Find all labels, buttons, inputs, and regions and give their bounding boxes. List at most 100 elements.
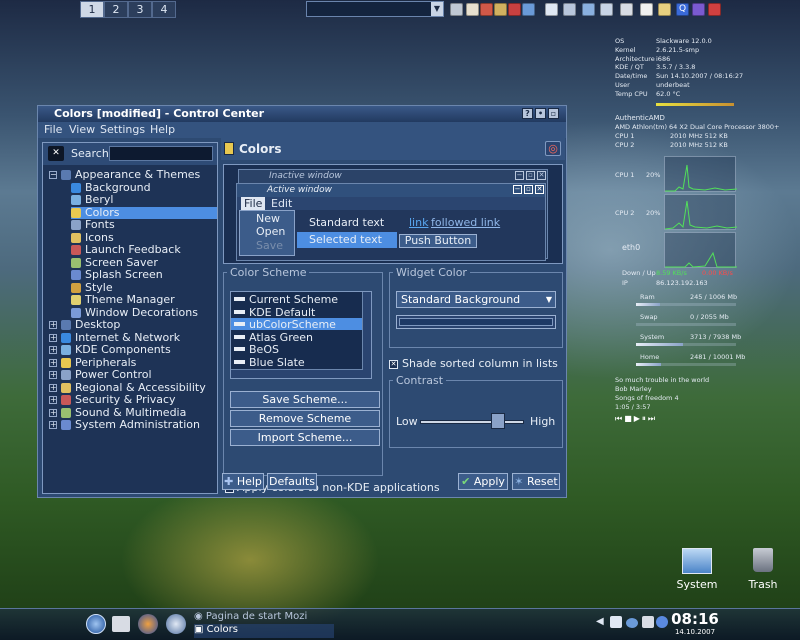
terminal-icon[interactable] (563, 3, 576, 16)
network-icon[interactable] (522, 3, 535, 16)
desktop-3-button[interactable]: 3 (128, 1, 152, 18)
expand-icon[interactable]: + (49, 321, 57, 329)
tree-item[interactable]: Beryl (71, 193, 217, 206)
tree-item[interactable]: Appearance & Themes (61, 168, 217, 181)
menu-view[interactable]: View (69, 123, 95, 136)
shade-sorted-checkbox[interactable]: ✕ (389, 360, 398, 369)
image-icon[interactable] (466, 3, 479, 16)
monitor-icon[interactable] (582, 3, 595, 16)
trash-desktop-icon[interactable]: Trash (733, 548, 793, 591)
menu-file[interactable]: File (44, 123, 62, 136)
defaults-button[interactable]: Defaults (267, 473, 317, 490)
trash-icon[interactable] (450, 3, 463, 16)
apply-button[interactable]: ✔ Apply (458, 473, 508, 490)
tree-item[interactable]: Peripherals (61, 356, 217, 369)
tree-item[interactable]: System Administration (61, 418, 217, 431)
tray-arrow-icon[interactable]: ◀ (596, 616, 604, 627)
update-icon[interactable] (656, 616, 668, 628)
home-icon[interactable] (545, 3, 558, 16)
mail-icon[interactable] (600, 3, 613, 16)
settings-tools-icon[interactable] (620, 3, 633, 16)
expand-icon[interactable]: + (49, 408, 57, 417)
tool-icon[interactable] (508, 3, 521, 16)
scheme-item[interactable]: Atlas Green (231, 331, 363, 344)
tree-item[interactable]: Power Control (61, 368, 217, 381)
desktop-2-button[interactable]: 2 (104, 1, 128, 18)
minimize-icon[interactable]: • (535, 108, 546, 119)
tree-item[interactable]: Desktop (61, 318, 217, 331)
taskbar-item-firefox[interactable]: ◉ Pagina de start Mozi (194, 611, 307, 622)
tree-item[interactable]: Theme Manager (71, 293, 217, 306)
tree-item[interactable]: Background (71, 181, 217, 194)
clear-search-icon[interactable]: ✕ (48, 146, 64, 161)
desktop-4-button[interactable]: 4 (152, 1, 176, 18)
scheme-list[interactable]: CDEBlue SlateBeOSAtlas GreenubColorSchem… (230, 291, 372, 379)
home-folder-icon[interactable] (112, 616, 130, 632)
tree-item[interactable]: Screen Saver (71, 256, 217, 269)
play-icon[interactable]: ▶ (634, 414, 642, 423)
tree-item[interactable]: Style (71, 281, 217, 294)
menu-settings[interactable]: Settings (100, 123, 145, 136)
tree-item[interactable]: Regional & Accessibility (61, 381, 217, 394)
stop-icon[interactable]: ■ (624, 414, 634, 423)
tree-item[interactable]: Icons (71, 231, 217, 244)
clock[interactable]: 08:16 14.10.2007 (668, 610, 722, 636)
media-icon[interactable] (480, 3, 493, 16)
reset-button[interactable]: ✶ Reset (512, 473, 560, 490)
tree-item[interactable]: Security & Privacy (61, 393, 217, 406)
tree-item[interactable]: KDE Components (61, 343, 217, 356)
collapse-icon[interactable]: − (49, 171, 57, 179)
search-input[interactable] (109, 146, 213, 161)
firefox-icon[interactable] (138, 614, 158, 634)
expand-icon[interactable]: + (49, 371, 57, 379)
scheme-item[interactable]: Blue Slate (231, 356, 363, 369)
kmenu-icon[interactable] (86, 614, 106, 634)
tree-item[interactable]: Fonts (71, 218, 217, 231)
tree-item[interactable]: Colors (71, 206, 217, 219)
menu-help[interactable]: Help (150, 123, 175, 136)
globe-icon[interactable] (692, 3, 705, 16)
desktop-1-button[interactable]: 1 (80, 1, 104, 18)
tree-item[interactable]: Sound & Multimedia (61, 406, 217, 419)
window-list-combo[interactable]: ▼ (306, 1, 444, 17)
expand-icon[interactable]: + (49, 346, 57, 354)
expand-icon[interactable]: + (49, 383, 57, 392)
contrast-slider-track[interactable] (420, 420, 524, 424)
tree-item[interactable]: Splash Screen (71, 268, 217, 281)
color-preview[interactable]: Inactive window − ▫ ✕ Active window − ▫ … (223, 164, 563, 264)
network-tray-icon[interactable] (626, 618, 638, 628)
help-button[interactable]: ✚ Help (222, 473, 264, 490)
scheme-item[interactable]: KDE Default (231, 306, 363, 319)
maximize-icon[interactable]: ▫ (548, 108, 559, 119)
expand-icon[interactable]: + (49, 358, 57, 367)
system-desktop-icon[interactable]: System (667, 548, 727, 591)
scheme-item[interactable]: ubColorScheme (231, 318, 363, 331)
next-icon[interactable]: ⏭ (648, 414, 657, 423)
scheme-item[interactable]: BeOS (231, 343, 363, 356)
search-icon[interactable]: Q (676, 3, 689, 16)
help-lifebuoy-icon[interactable]: ◎ (545, 141, 561, 156)
widget-color-select[interactable]: Standard Background ▼ (396, 291, 556, 308)
scheme-item[interactable]: Current Scheme (231, 293, 363, 306)
thunderbird-icon[interactable] (166, 614, 186, 634)
volume-icon[interactable] (610, 616, 622, 628)
contrast-slider-handle[interactable] (491, 413, 505, 429)
scheme-list-hscrollbar[interactable] (231, 369, 363, 378)
previous-icon[interactable]: ⏮ (615, 414, 624, 423)
import-scheme-button[interactable]: Import Scheme... (230, 429, 380, 446)
save-scheme-button[interactable]: Save Scheme... (230, 391, 380, 408)
logout-icon[interactable] (708, 3, 721, 16)
tree-item[interactable]: Internet & Network (61, 331, 217, 344)
scheme-list-scrollbar[interactable] (362, 292, 371, 378)
expand-icon[interactable]: + (49, 333, 57, 342)
package-icon[interactable] (494, 3, 507, 16)
taskbar-item-colors[interactable]: ▣ Colors (194, 624, 334, 638)
expand-icon[interactable]: + (49, 396, 57, 404)
tree-item[interactable]: Window Decorations (71, 306, 217, 319)
expand-icon[interactable]: + (49, 421, 57, 429)
help-icon[interactable]: ? (522, 108, 533, 119)
clipboard-icon[interactable] (642, 616, 654, 628)
archive-icon[interactable] (658, 3, 671, 16)
widget-color-swatch[interactable] (396, 315, 556, 329)
tree-item[interactable]: Launch Feedback (71, 243, 217, 256)
